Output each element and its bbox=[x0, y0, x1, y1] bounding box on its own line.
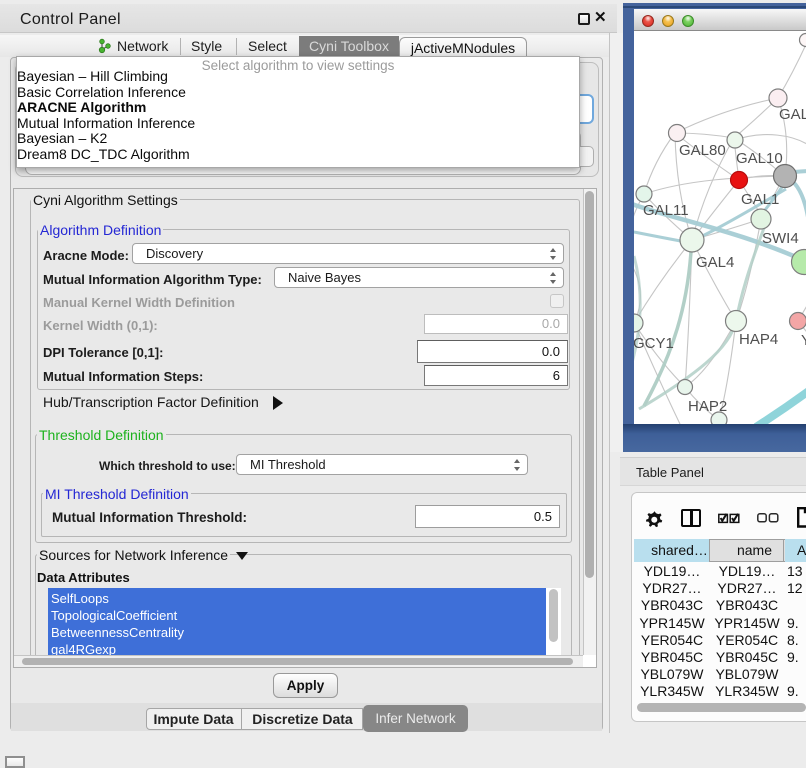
svg-text:GCY1: GCY1 bbox=[634, 335, 674, 352]
svg-text:GAL4: GAL4 bbox=[696, 254, 734, 271]
svg-text:GAL80: GAL80 bbox=[679, 142, 726, 159]
svg-text:GAL11: GAL11 bbox=[643, 202, 689, 219]
svg-text:Y: Y bbox=[801, 332, 806, 349]
svg-text:GAL1: GAL1 bbox=[741, 191, 779, 208]
svg-text:GAL10: GAL10 bbox=[736, 150, 783, 167]
svg-text:HAP4: HAP4 bbox=[739, 331, 778, 348]
svg-text:HAP2: HAP2 bbox=[688, 398, 727, 415]
svg-text:GAL: GAL bbox=[779, 106, 806, 123]
svg-text:SWI4: SWI4 bbox=[762, 230, 799, 247]
